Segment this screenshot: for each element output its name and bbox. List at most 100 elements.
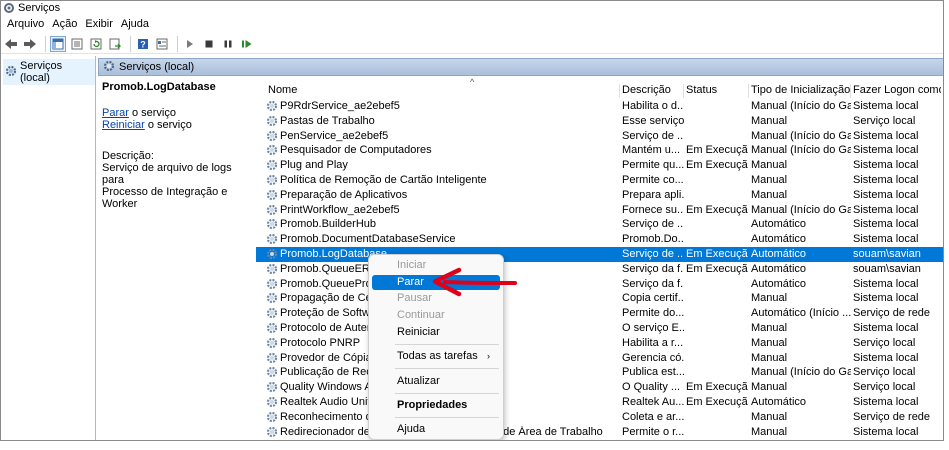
context-menu-todas-as-tarefas[interactable]: Todas as tarefas ›: [372, 349, 500, 364]
cell-desc: Serviço de ...: [622, 218, 684, 231]
cell-startup: Manual: [751, 410, 788, 423]
column-header-description[interactable]: Descrição: [620, 84, 684, 98]
pane-header: Serviços (local): [98, 58, 943, 76]
cell-status: Em Execução: [686, 203, 748, 216]
table-row[interactable]: Proteção de Softwar Permite do... Automáti…: [256, 306, 943, 321]
context-menu-todas-as-tarefas-label: Todas as tarefas: [397, 350, 478, 362]
cell-startup: Automático: [751, 218, 807, 231]
column-header-logon-as[interactable]: Fazer Logon como: [851, 84, 941, 98]
console-tree-icon[interactable]: [50, 35, 66, 52]
table-row[interactable]: Preparação de Aplicativos Prepara apli...…: [256, 188, 943, 203]
description-line-1: Serviço de arquivo de logs para: [102, 162, 232, 186]
column-header-status[interactable]: Status: [684, 84, 749, 98]
up-folder-icon[interactable]: [69, 36, 85, 52]
restart-service-link[interactable]: Reiniciar: [102, 119, 145, 131]
cell-desc: Publica est...: [622, 366, 684, 379]
play-icon[interactable]: [182, 36, 198, 52]
export-icon[interactable]: [107, 36, 123, 52]
table-row[interactable]: Promob.BuilderHub Serviço de ... Automátic…: [256, 217, 943, 232]
back-icon[interactable]: [3, 36, 19, 52]
forward-icon[interactable]: [22, 36, 38, 52]
cell-logon: Serviço local: [853, 336, 916, 349]
gear-icon: [5, 65, 17, 80]
column-header-name[interactable]: Nome: [266, 84, 620, 98]
cell-startup: Automático (Início ...: [751, 307, 851, 320]
table-row[interactable]: Quality Windows Au O Quality ... Em Execuç…: [256, 380, 943, 395]
table-row[interactable]: Política de Remoção de Cartão Inteligent…: [256, 173, 943, 188]
menu-acao[interactable]: Ação: [50, 18, 83, 30]
stop-service-line: Parar o serviço: [102, 107, 252, 119]
cell-desc: Mantém u...: [622, 144, 681, 157]
table-row[interactable]: Promob.QueueERPS Serviço da f... Em Execuç…: [256, 262, 943, 277]
table-row[interactable]: Realtek Audio Univer Realtek Au... Em Exec…: [256, 395, 943, 410]
context-menu-atualizar[interactable]: Atualizar: [372, 374, 500, 389]
cell-desc: Promob.Do...: [622, 233, 684, 246]
context-menu-propriedades[interactable]: Propriedades: [372, 398, 500, 413]
table-row[interactable]: Promob.QueueProje Serviço da f... Automáti…: [256, 277, 943, 292]
cell-logon: Sistema local: [853, 425, 919, 438]
cell-startup: Automático (...: [751, 440, 851, 441]
table-row[interactable]: Redirecionador de Po Permite o r... Manual…: [256, 425, 943, 440]
cell-logon: Sistema local: [853, 351, 919, 364]
gear-icon: [103, 60, 115, 75]
cell-logon: Serviço local: [853, 440, 941, 441]
cell-logon: Serviço local: [853, 114, 916, 127]
table-row[interactable]: Publicação de Recur Publica est... Manual …: [256, 365, 943, 380]
table-row[interactable]: Propagação de Certi Copia certif... Manual…: [256, 291, 943, 306]
cell-desc: Habilita o d...: [622, 100, 684, 112]
table-row[interactable]: Pastas de Trabalho Esse serviço... Manual S…: [256, 114, 943, 129]
cell-logon: Sistema local: [853, 144, 919, 157]
column-header-startup-type[interactable]: Tipo de Inicialização: [749, 84, 851, 98]
table-row[interactable]: Protocolo de Autent O serviço E... Manual S…: [256, 321, 943, 336]
table-row[interactable]: Promob.LogDatabase Serviço de ... Em Execu…: [256, 246, 943, 262]
table-row[interactable]: Plug and Play Permite qu... Em Execução Man…: [256, 158, 943, 173]
tree-item-services-local[interactable]: Serviços (local): [3, 59, 95, 85]
stop-service-link[interactable]: Parar: [102, 107, 129, 119]
cell-startup: Automático: [751, 247, 807, 260]
cell-desc: Permite do...: [622, 307, 684, 320]
window-title: Serviços: [18, 2, 61, 14]
context-menu-ajuda[interactable]: Ajuda: [372, 422, 500, 437]
context-menu-reiniciar[interactable]: Reiniciar: [372, 325, 500, 340]
properties-icon[interactable]: [154, 36, 170, 52]
restart-icon[interactable]: [239, 36, 255, 52]
cell-status: Em Execução: [686, 247, 748, 260]
gear-icon: [266, 145, 278, 156]
refresh-icon[interactable]: [88, 36, 104, 52]
cell-status: Em Execução: [686, 144, 748, 157]
cell-startup: Manual (Início do Ga...: [751, 100, 851, 112]
menu-ajuda[interactable]: Ajuda: [119, 18, 155, 30]
table-row[interactable]: PrintWorkflow_ae2ebef5 Fornece su... Em Ex…: [256, 203, 943, 218]
stop-icon[interactable]: [201, 36, 217, 52]
table-row[interactable]: Provedor de Cópia d Gerencia có... Manual S…: [256, 351, 943, 366]
table-row[interactable]: Protocolo PNRP Habilita a r... Manual Servi…: [256, 336, 943, 351]
table-row[interactable]: PenService_ae2ebef5 Serviço de ... Manual …: [256, 129, 943, 144]
cell-desc: Permite co...: [622, 173, 684, 186]
pause-icon[interactable]: [220, 36, 236, 52]
cell-logon: Sistema local: [853, 218, 919, 231]
cell-logon: Sistema local: [853, 395, 919, 408]
table-row[interactable]: Registro RemotoPermite a... Automático (.…: [256, 439, 943, 441]
cell-logon: Sistema local: [853, 277, 919, 290]
table-row[interactable]: Promob.DocumentDatabaseService Promob.Do.…: [256, 232, 943, 247]
cell-desc: Habilita a r...: [622, 336, 684, 349]
cell-name: Pesquisador de Computadores: [280, 144, 432, 157]
console-tree-pane: Serviços (local): [1, 56, 96, 440]
restart-service-line: Reiniciar o serviço: [102, 119, 252, 131]
cell-desc: Prepara apli...: [622, 188, 684, 201]
gear-icon: [266, 189, 278, 200]
help-icon[interactable]: ?: [135, 36, 151, 52]
gear-icon: [266, 130, 278, 141]
cell-logon: Sistema local: [853, 159, 919, 172]
cell-startup: Manual: [751, 173, 788, 186]
table-row[interactable]: Reconhecimento de Coleta e ar... Manual Ser…: [256, 410, 943, 425]
menu-arquivo[interactable]: Arquivo: [5, 18, 50, 30]
cell-logon: souam\savian: [853, 247, 921, 260]
restart-service-suffix: o serviço: [144, 119, 192, 131]
cell-logon: Sistema local: [853, 203, 919, 216]
cell-logon: Sistema local: [853, 233, 919, 246]
menu-exibir[interactable]: Exibir: [83, 18, 119, 30]
cell-logon: Sistema local: [853, 100, 919, 112]
table-row[interactable]: Pesquisador de Computadores Mantém u... Em…: [256, 143, 943, 158]
table-row[interactable]: P9RdrService_ae2ebef5 Habilita o d... Manu…: [256, 99, 943, 114]
